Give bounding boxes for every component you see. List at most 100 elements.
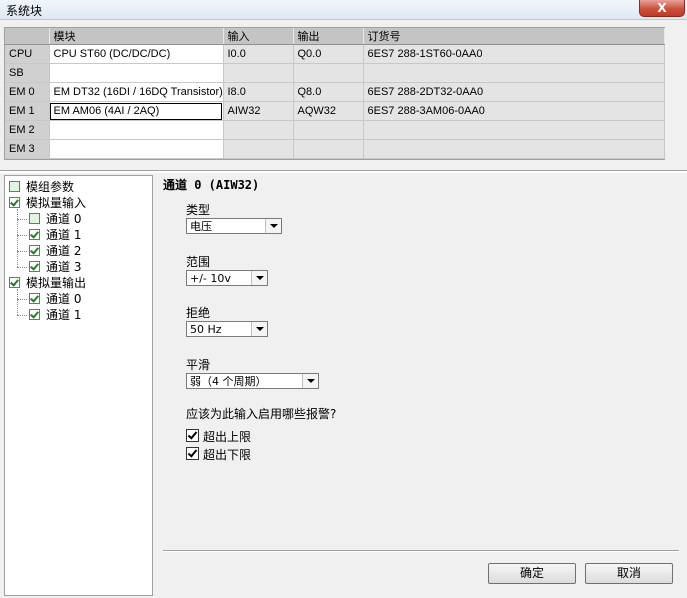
tree-item-label: 通道 2 [46, 244, 82, 258]
output-cell [293, 139, 364, 159]
tree-connector [17, 267, 27, 268]
window-title: 系统块 [6, 4, 43, 18]
output-cell: AQW32 [293, 101, 364, 121]
cancel-button[interactable]: 取消 [585, 563, 673, 584]
column-header-input: 输入 [223, 28, 294, 45]
unchecked-checkbox-icon[interactable] [9, 181, 20, 192]
slot-cell: EM 1 [5, 101, 50, 121]
checked-checkbox-icon[interactable] [29, 261, 40, 272]
tree-connector [17, 251, 27, 252]
order-number-cell [363, 139, 665, 159]
type-value: 电压 [190, 220, 212, 233]
reject-label: 拒绝 [186, 306, 211, 320]
order-number-cell [363, 120, 665, 140]
chevron-down-icon [251, 322, 267, 336]
unchecked-checkbox-icon[interactable] [29, 213, 40, 224]
tree-connector [17, 209, 18, 267]
column-header-order-number: 订货号 [363, 28, 665, 45]
reject-value: 50 Hz [190, 323, 222, 336]
input-cell: I0.0 [223, 44, 294, 64]
tree-item[interactable]: 通道 3 [29, 259, 81, 275]
tree-item[interactable]: 通道 0 [29, 291, 81, 307]
close-icon: X [657, 1, 667, 15]
channel-heading: 通道 0 (AIW32) [163, 178, 260, 192]
checked-checkbox-icon[interactable] [29, 309, 40, 320]
tree-item[interactable]: 通道 2 [29, 243, 81, 259]
module-cell[interactable] [49, 139, 224, 159]
type-select[interactable]: 电压 [186, 218, 282, 234]
tree-connector [17, 219, 27, 220]
input-cell [223, 63, 294, 83]
alarm-question: 应该为此输入启用哪些报警? [186, 407, 337, 421]
range-value: +/- 10v [190, 272, 231, 285]
type-label: 类型 [186, 203, 211, 217]
module-cell[interactable] [49, 63, 224, 83]
range-select[interactable]: +/- 10v [186, 270, 268, 286]
module-cell[interactable]: EM AM06 (4AI / 2AQ) [49, 101, 224, 121]
table-header-row: 模块 输入 输出 订货号 [5, 28, 665, 45]
column-header-slot [5, 28, 50, 45]
alarm-lower-checkbox[interactable] [186, 447, 199, 460]
chevron-down-icon [265, 219, 281, 233]
tree-item[interactable]: 通道 1 [29, 227, 81, 243]
tree-item[interactable]: 通道 1 [29, 307, 81, 323]
module-table-container: 模块 输入 输出 订货号 CPU CPU ST60 (DC/DC/DC) I0.0 Q… [4, 27, 665, 160]
table-row[interactable]: EM 1 EM AM06 (4AI / 2AQ) AIW32 AQW32 6ES7 28… [5, 101, 665, 121]
range-label: 范围 [186, 255, 211, 269]
alarm-lower-label: 超出下限 [203, 448, 252, 462]
tree-item[interactable]: 通道 0 [29, 211, 81, 227]
output-cell [293, 120, 364, 140]
input-cell: AIW32 [223, 101, 294, 121]
tree-item[interactable]: 模拟量输入 [9, 195, 86, 211]
tree-item-label: 通道 3 [46, 260, 82, 274]
smooth-label: 平滑 [186, 358, 211, 372]
input-cell [223, 120, 294, 140]
alarm-upper-checkbox[interactable] [186, 429, 199, 442]
tree-item-label: 通道 1 [46, 308, 82, 322]
smooth-value: 弱（4 个周期） [190, 375, 267, 388]
table-row[interactable]: EM 0 EM DT32 (16DI / 16DQ Transistor) I8.0… [5, 82, 665, 102]
table-row[interactable]: EM 3 [5, 139, 665, 159]
tree-item-label: 模拟量输入 [26, 196, 87, 210]
module-cell[interactable] [49, 120, 224, 140]
tree-item-label: 通道 0 [46, 292, 82, 306]
table-row[interactable]: SB [5, 63, 665, 83]
ok-button[interactable]: 确定 [488, 563, 576, 584]
button-separator [163, 550, 679, 552]
tree-connector [17, 315, 27, 316]
checked-checkbox-icon[interactable] [9, 277, 20, 288]
checked-checkbox-icon[interactable] [29, 229, 40, 240]
output-cell: Q8.0 [293, 82, 364, 102]
checked-checkbox-icon[interactable] [29, 245, 40, 256]
slot-cell: EM 3 [5, 139, 50, 159]
column-header-output: 输出 [293, 28, 364, 45]
slot-cell: SB [5, 63, 50, 83]
output-cell: Q0.0 [293, 44, 364, 64]
tree-item[interactable]: 模拟量输出 [9, 275, 86, 291]
checked-checkbox-icon[interactable] [9, 197, 20, 208]
parameter-tree: 模组参数 模拟量输入 通道 0 通道 1 通道 2 通道 3 模拟量输出 通道 0 通道 1 [4, 175, 153, 596]
table-row[interactable]: EM 2 [5, 120, 665, 140]
tree-item-label: 模拟量输出 [26, 276, 87, 290]
tree-connector [17, 235, 27, 236]
module-cell[interactable]: CPU ST60 (DC/DC/DC) [49, 44, 224, 64]
slot-cell: CPU [5, 44, 50, 64]
alarm-upper-label: 超出上限 [203, 430, 252, 444]
input-cell: I8.0 [223, 82, 294, 102]
module-cell[interactable]: EM DT32 (16DI / 16DQ Transistor) [49, 82, 224, 102]
slot-cell: EM 2 [5, 120, 50, 140]
checked-checkbox-icon[interactable] [29, 293, 40, 304]
order-number-cell: 6ES7 288-1ST60-0AA0 [363, 44, 665, 64]
tree-item-label: 通道 0 [46, 212, 82, 226]
output-cell [293, 63, 364, 83]
close-button[interactable]: X [639, 0, 685, 17]
smooth-select[interactable]: 弱（4 个周期） [186, 373, 319, 389]
tree-item-label: 模组参数 [26, 180, 75, 194]
table-row[interactable]: CPU CPU ST60 (DC/DC/DC) I0.0 Q0.0 6ES7 288-1… [5, 44, 665, 64]
reject-select[interactable]: 50 Hz [186, 321, 268, 337]
order-number-cell: 6ES7 288-2DT32-0AA0 [363, 82, 665, 102]
tree-item-label: 通道 1 [46, 228, 82, 242]
tree-item[interactable]: 模组参数 [9, 179, 74, 195]
tree-connector [17, 289, 18, 315]
input-cell [223, 139, 294, 159]
